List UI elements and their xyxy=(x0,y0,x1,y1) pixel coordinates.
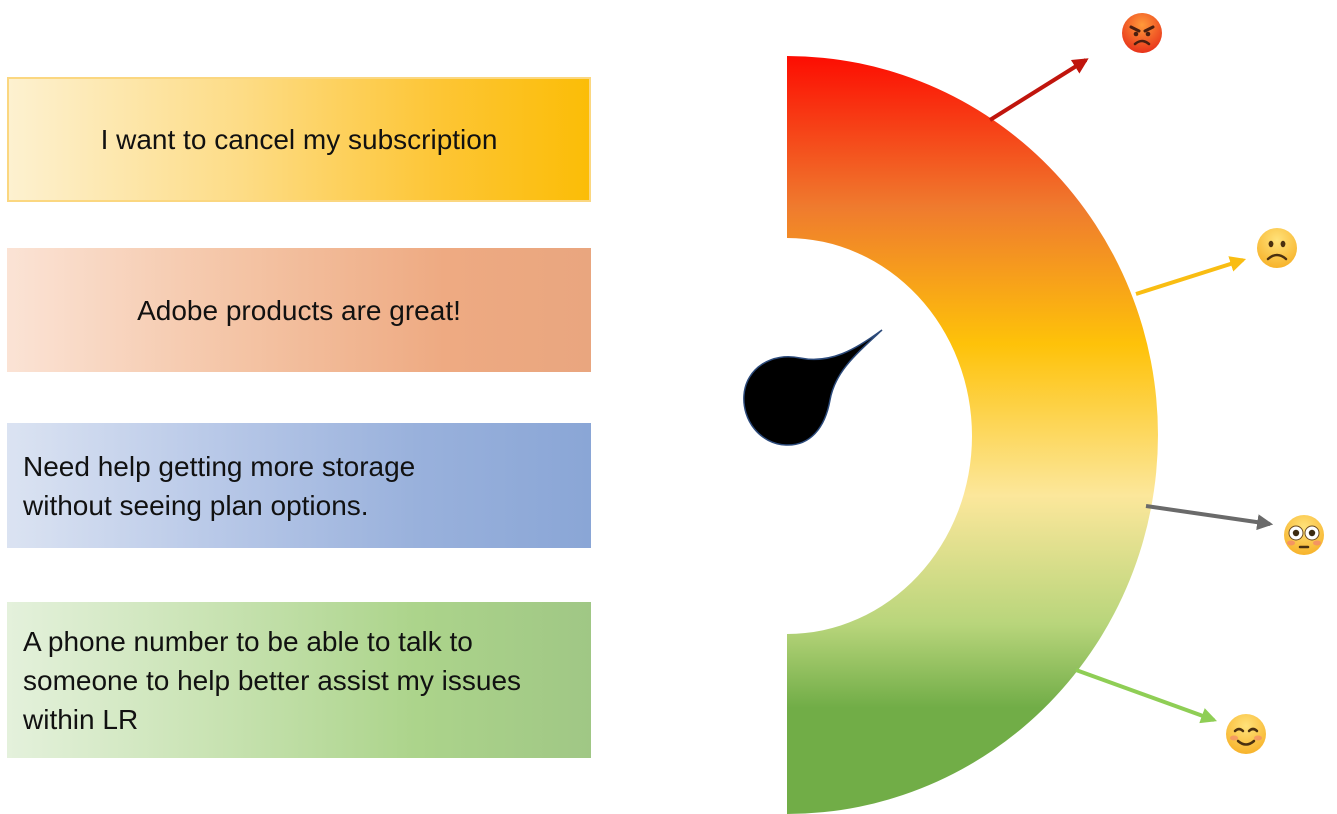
arrow-to-frowning xyxy=(1135,256,1247,296)
angry-face-icon xyxy=(1122,13,1162,53)
frowning-face-icon xyxy=(1257,228,1297,268)
gauge-needle xyxy=(743,329,883,446)
smiling-face-icon xyxy=(1226,714,1266,754)
flushed-face-icon xyxy=(1284,515,1324,555)
sentiment-gauge xyxy=(743,56,1274,814)
arrow-to-angry xyxy=(988,58,1089,122)
arrow-to-flushed xyxy=(1145,504,1274,531)
gauge-arc xyxy=(787,56,1158,814)
sentiment-diagram: I want to cancel my subscription Adobe p… xyxy=(0,0,1337,814)
arrow-to-smiling xyxy=(1075,668,1218,724)
